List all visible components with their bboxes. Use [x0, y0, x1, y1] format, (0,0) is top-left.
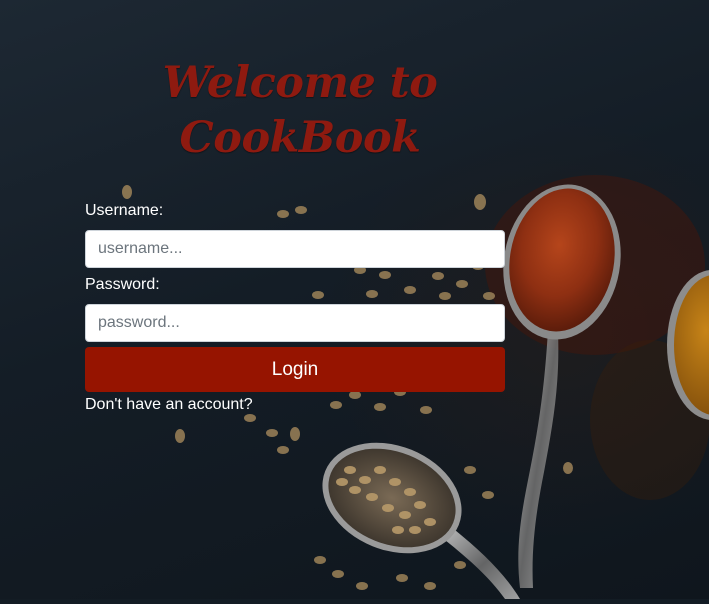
username-label: Username: — [85, 202, 164, 219]
title-line-app-name: CookBook — [179, 113, 421, 163]
signup-link[interactable]: Don't have an account? — [85, 396, 253, 414]
password-input[interactable] — [85, 304, 505, 342]
password-label: Password: — [85, 276, 160, 293]
username-input[interactable] — [85, 230, 505, 268]
title-line-welcome: Welcome to — [162, 58, 438, 108]
login-button[interactable]: Login — [85, 347, 505, 392]
welcome-title: Welcome to CookBook — [150, 56, 450, 166]
